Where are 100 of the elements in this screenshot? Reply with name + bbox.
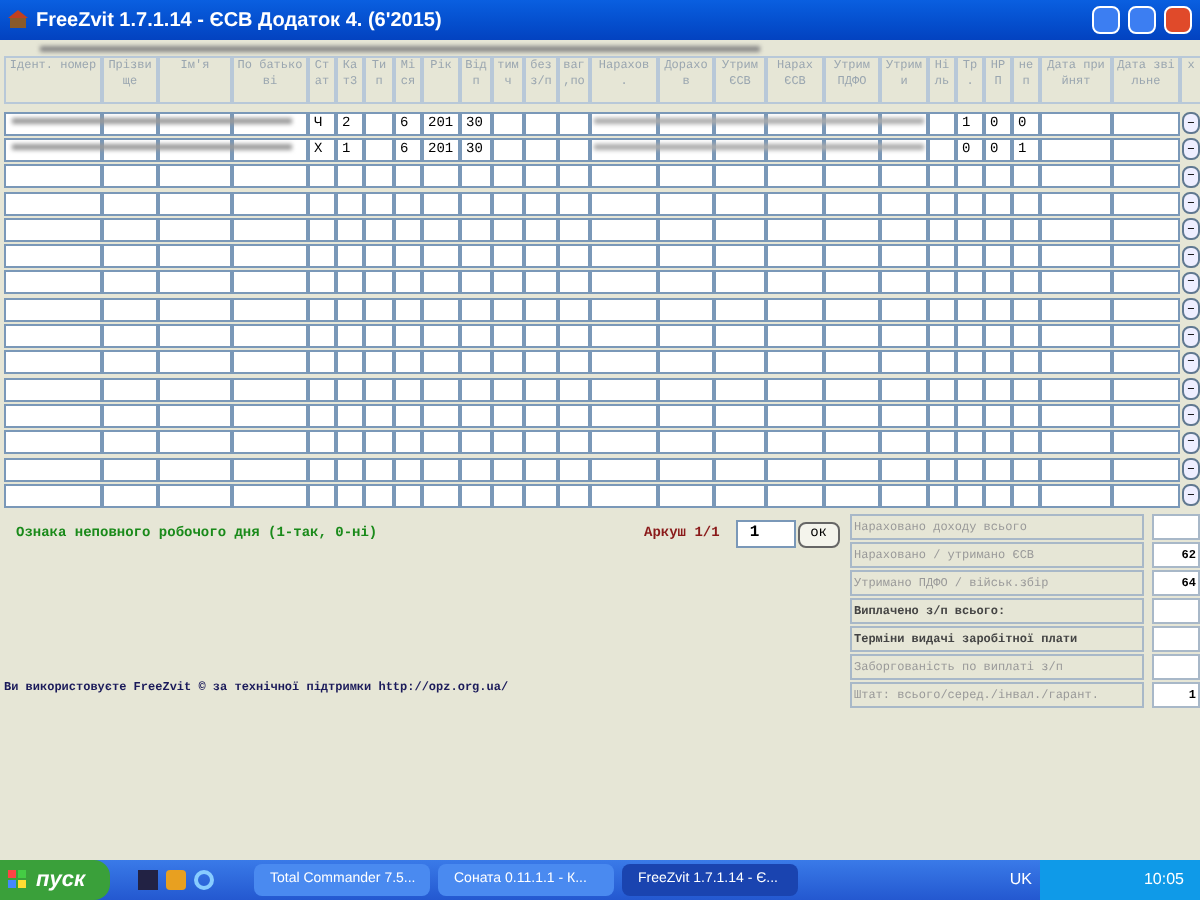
table-cell[interactable]: [158, 191, 232, 216]
table-cell[interactable]: [158, 350, 232, 375]
table-cell[interactable]: [658, 324, 714, 349]
table-cell[interactable]: [766, 217, 824, 242]
table-cell[interactable]: [658, 350, 714, 375]
table-cell[interactable]: [1012, 377, 1040, 402]
table-cell[interactable]: [336, 164, 364, 189]
table-cell[interactable]: [308, 191, 336, 216]
table-cell[interactable]: [590, 191, 658, 216]
table-cell[interactable]: [928, 164, 956, 189]
table-cell[interactable]: [1112, 350, 1180, 375]
table-cell[interactable]: [232, 270, 308, 295]
table-cell[interactable]: [658, 430, 714, 455]
table-cell[interactable]: [984, 270, 1012, 295]
table-cell[interactable]: [308, 297, 336, 322]
table-cell[interactable]: [984, 217, 1012, 242]
table-cell[interactable]: [308, 270, 336, 295]
table-cell[interactable]: [394, 377, 422, 402]
table-cell[interactable]: [1012, 297, 1040, 322]
table-cell[interactable]: [558, 164, 590, 189]
table-cell[interactable]: [102, 457, 158, 481]
table-cell[interactable]: [460, 164, 492, 189]
table-cell[interactable]: [714, 164, 766, 189]
table-cell[interactable]: [364, 483, 394, 508]
table-cell[interactable]: [928, 457, 956, 481]
table-cell[interactable]: [880, 377, 928, 402]
table-cell[interactable]: [232, 191, 308, 216]
table-cell[interactable]: [658, 244, 714, 269]
table-cell[interactable]: [880, 403, 928, 428]
table-cell[interactable]: [422, 244, 460, 269]
table-cell[interactable]: [1012, 270, 1040, 295]
table-cell[interactable]: [1112, 217, 1180, 242]
table-cell[interactable]: [558, 483, 590, 508]
table-cell[interactable]: [658, 164, 714, 189]
table-cell[interactable]: [232, 324, 308, 349]
table-cell[interactable]: [1040, 457, 1112, 481]
table-cell[interactable]: [102, 164, 158, 189]
table-cell[interactable]: [558, 137, 590, 162]
table-cell[interactable]: [956, 430, 984, 455]
table-cell[interactable]: [4, 350, 102, 375]
table-cell[interactable]: [158, 403, 232, 428]
table-cell[interactable]: [364, 297, 394, 322]
table-cell[interactable]: [4, 377, 102, 402]
table-cell[interactable]: [1112, 297, 1180, 322]
table-cell[interactable]: [766, 270, 824, 295]
table-cell[interactable]: [1040, 430, 1112, 455]
table-cell[interactable]: [158, 324, 232, 349]
table-cell[interactable]: [956, 297, 984, 322]
table-cell[interactable]: [824, 244, 880, 269]
table-cell[interactable]: [956, 217, 984, 242]
table-cell[interactable]: [308, 457, 336, 481]
table-cell[interactable]: [956, 403, 984, 428]
table-cell[interactable]: [232, 164, 308, 189]
table-cell[interactable]: [880, 244, 928, 269]
table-cell[interactable]: [658, 270, 714, 295]
table-cell[interactable]: [984, 377, 1012, 402]
table-cell[interactable]: [394, 457, 422, 481]
table-cell[interactable]: [558, 457, 590, 481]
table-cell[interactable]: [460, 377, 492, 402]
table-cell[interactable]: [308, 324, 336, 349]
table-cell[interactable]: [984, 457, 1012, 481]
table-cell[interactable]: [524, 270, 558, 295]
table-cell[interactable]: [102, 270, 158, 295]
table-cell[interactable]: [232, 483, 308, 508]
table-cell[interactable]: [880, 483, 928, 508]
table-cell[interactable]: [364, 377, 394, 402]
table-cell[interactable]: [102, 324, 158, 349]
table-cell[interactable]: [102, 403, 158, 428]
table-cell[interactable]: [158, 430, 232, 455]
table-cell[interactable]: [766, 430, 824, 455]
table-cell[interactable]: [714, 191, 766, 216]
table-cell[interactable]: [364, 457, 394, 481]
table-cell[interactable]: [364, 430, 394, 455]
table-cell[interactable]: [558, 244, 590, 269]
table-cell[interactable]: [394, 244, 422, 269]
table-cell[interactable]: [308, 164, 336, 189]
table-cell[interactable]: [524, 457, 558, 481]
table-cell[interactable]: [928, 297, 956, 322]
table-cell[interactable]: [824, 403, 880, 428]
table-cell[interactable]: [102, 483, 158, 508]
table-cell[interactable]: [422, 457, 460, 481]
table-cell[interactable]: [558, 270, 590, 295]
table-cell[interactable]: [558, 350, 590, 375]
table-cell[interactable]: [336, 350, 364, 375]
table-cell[interactable]: [492, 217, 524, 242]
table-cell[interactable]: [1012, 164, 1040, 189]
table-cell[interactable]: [1112, 191, 1180, 216]
table-cell[interactable]: [590, 457, 658, 481]
close-button[interactable]: [1164, 6, 1192, 34]
table-cell[interactable]: [422, 270, 460, 295]
table-cell[interactable]: [714, 430, 766, 455]
table-cell[interactable]: [1112, 111, 1180, 136]
table-cell[interactable]: [1040, 403, 1112, 428]
table-cell[interactable]: [4, 297, 102, 322]
table-cell[interactable]: [1012, 430, 1040, 455]
minimize-button[interactable]: [1092, 6, 1120, 34]
table-cell[interactable]: [956, 324, 984, 349]
table-cell[interactable]: [232, 403, 308, 428]
table-cell[interactable]: [590, 244, 658, 269]
table-cell[interactable]: [492, 270, 524, 295]
